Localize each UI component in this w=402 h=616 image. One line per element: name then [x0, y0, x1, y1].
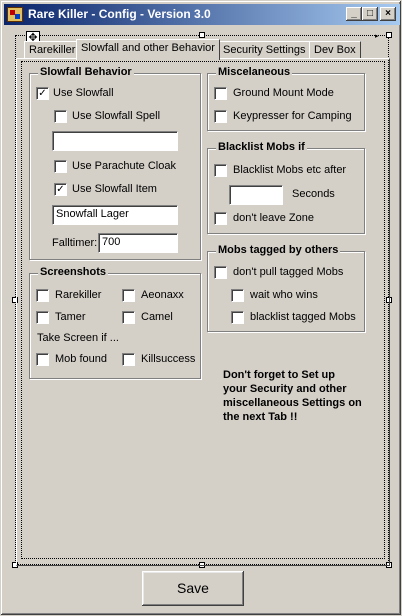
note-line: the next Tab !! — [223, 411, 298, 423]
dont-leave-zone-checkbox[interactable] — [214, 212, 227, 225]
tab-label: Slowfall and other Behavior — [81, 42, 215, 54]
close-button[interactable]: × — [380, 7, 396, 21]
use-slowfall-spell-label: Use Slowfall Spell — [72, 110, 161, 122]
slowfall-item-input[interactable]: Snowfall Lager — [52, 205, 178, 225]
save-button[interactable]: Save — [142, 571, 244, 606]
blacklist-tagged-label: blacklist tagged Mobs — [250, 311, 356, 323]
blacklist-tagged-checkbox[interactable] — [231, 311, 244, 324]
slowfall-group-title: Slowfall Behavior — [38, 66, 134, 78]
falltimer-input[interactable]: 700 — [98, 233, 178, 253]
use-slowfall-checkbox[interactable]: ✓ — [36, 87, 49, 100]
tab-label: Rarekiller — [29, 44, 76, 56]
minimize-icon: _ — [351, 8, 357, 19]
tab-slowfall-behavior[interactable]: Slowfall and other Behavior — [76, 39, 220, 60]
app-icon — [7, 7, 23, 22]
ground-mount-label: Ground Mount Mode — [233, 87, 334, 99]
maximize-button[interactable]: □ — [362, 7, 378, 21]
blacklist-after-label: Blacklist Mobs etc after — [233, 164, 347, 176]
use-slowfall-spell-checkbox[interactable] — [54, 110, 67, 123]
close-icon: × — [385, 8, 391, 19]
use-parachute-checkbox[interactable] — [54, 160, 67, 173]
maximize-icon: □ — [366, 8, 374, 19]
screenshot-mob-found-label: Mob found — [55, 353, 107, 365]
config-window: Rare Killer - Config - Version 3.0 _ □ ×… — [0, 0, 402, 616]
screenshot-rarekiller-checkbox[interactable] — [36, 289, 49, 302]
keypresser-checkbox[interactable] — [214, 110, 227, 123]
dont-pull-tagged-label: don't pull tagged Mobs — [233, 266, 344, 278]
tab-security-settings[interactable]: Security Settings — [218, 41, 311, 59]
wait-who-wins-label: wait who wins — [250, 289, 318, 301]
dont-pull-tagged-checkbox[interactable] — [214, 266, 227, 279]
use-slowfall-label: Use Slowfall — [53, 87, 114, 99]
seconds-label: Seconds — [292, 188, 335, 200]
note-line: Don't forget to Set up — [223, 369, 335, 381]
tab-scroll-arrow-icon[interactable]: ▸ — [375, 32, 383, 41]
screenshot-tamer-label: Tamer — [55, 311, 86, 323]
setup-reminder-note: Don't forget to Set up your Security and… — [223, 368, 383, 424]
minimize-button[interactable]: _ — [346, 7, 362, 21]
tab-dev-box[interactable]: Dev Box — [309, 41, 361, 59]
screenshot-aeonaxx-label: Aeonaxx — [141, 289, 184, 301]
note-line: miscellaneous Settings on — [223, 397, 362, 409]
keypresser-label: Keypresser for Camping — [233, 110, 352, 122]
falltimer-label: Falltimer: — [52, 237, 98, 249]
take-screen-label: Take Screen if ... — [37, 332, 119, 344]
screenshot-camel-label: Camel — [141, 311, 173, 323]
screenshot-killsuccess-checkbox[interactable] — [122, 353, 135, 366]
screenshots-group-title: Screenshots — [38, 266, 109, 278]
screenshot-aeonaxx-checkbox[interactable] — [122, 289, 135, 302]
blacklist-group-title: Blacklist Mobs if — [216, 141, 307, 153]
use-slowfall-item-label: Use Slowfall Item — [72, 183, 157, 195]
title-bar[interactable]: Rare Killer - Config - Version 3.0 _ □ × — [4, 4, 400, 25]
tab-label: Security Settings — [223, 44, 306, 56]
slowfall-spell-input[interactable] — [52, 131, 178, 151]
use-slowfall-item-checkbox[interactable]: ✓ — [54, 183, 67, 196]
screenshot-camel-checkbox[interactable] — [122, 311, 135, 324]
note-line: your Security and other — [223, 383, 347, 395]
window-title: Rare Killer - Config - Version 3.0 — [28, 7, 211, 21]
tab-label: Dev Box — [314, 44, 356, 56]
screenshot-rarekiller-label: Rarekiller — [55, 289, 102, 301]
ground-mount-checkbox[interactable] — [214, 87, 227, 100]
blacklist-after-checkbox[interactable] — [214, 164, 227, 177]
tagged-group-title: Mobs tagged by others — [216, 244, 341, 256]
tab-rarekiller[interactable]: Rarekiller — [24, 41, 81, 59]
screenshot-mob-found-checkbox[interactable] — [36, 353, 49, 366]
use-parachute-label: Use Parachute Cloak — [72, 160, 176, 172]
screenshot-killsuccess-label: Killsuccess — [141, 353, 196, 365]
dont-leave-zone-label: don't leave Zone — [233, 212, 314, 224]
misc-group-title: Miscelaneous — [216, 66, 293, 78]
resize-handle-top[interactable] — [199, 32, 205, 38]
wait-who-wins-checkbox[interactable] — [231, 289, 244, 302]
blacklist-seconds-input[interactable] — [229, 185, 283, 205]
misc-group: Miscelaneous — [207, 66, 365, 131]
resize-handle-top-right[interactable] — [386, 32, 392, 38]
screenshot-tamer-checkbox[interactable] — [36, 311, 49, 324]
